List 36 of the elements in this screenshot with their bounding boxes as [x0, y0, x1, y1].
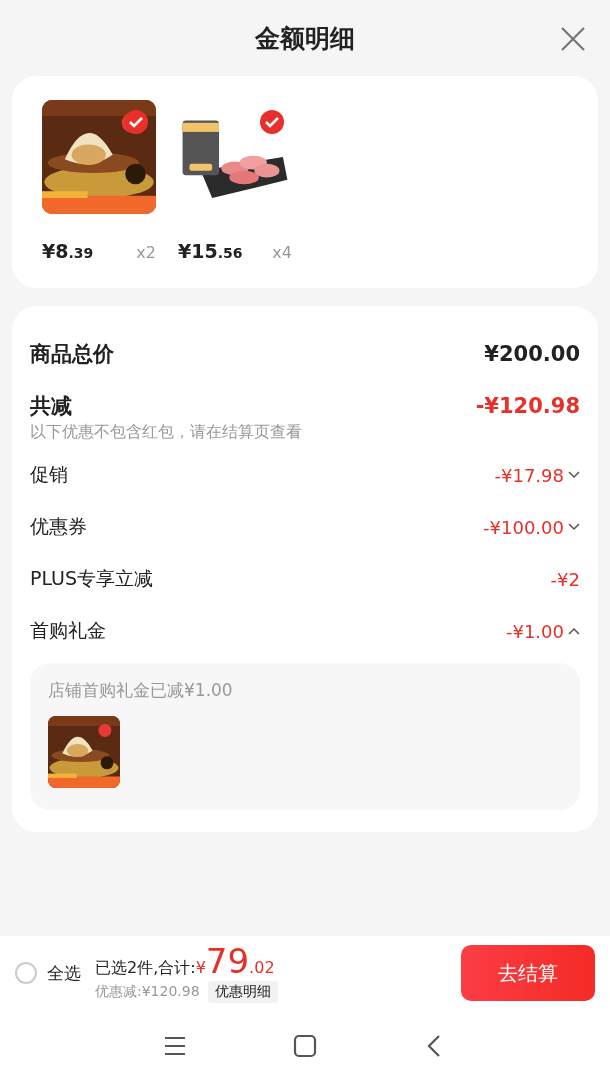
selected-summary: 已选2件,合计: — [95, 957, 196, 979]
check-icon[interactable] — [260, 110, 284, 134]
close-icon[interactable] — [560, 26, 586, 52]
detail-text: 店铺首购礼金已减¥1.00 — [48, 679, 234, 702]
discount-item-label: PLUS专享立减 — [30, 566, 154, 591]
chevron-icon[interactable] — [568, 523, 580, 531]
discount-item-label: 促销 — [30, 462, 68, 487]
chevron-icon[interactable] — [568, 471, 580, 479]
check-icon[interactable] — [124, 110, 148, 134]
discount-amount[interactable]: -¥1.00 — [505, 620, 564, 642]
currency-sign: ¥ — [195, 957, 206, 977]
checkout-button[interactable]: 去结算 — [461, 945, 595, 1001]
chevron-icon[interactable] — [568, 627, 580, 635]
select-all-label[interactable]: 全选 — [47, 961, 81, 985]
discount-amount[interactable]: -¥17.98 — [494, 464, 564, 486]
saved-amount: 优惠减:¥120.98 — [95, 982, 200, 1001]
total-label: 商品总价 — [30, 341, 114, 368]
select-all-radio[interactable] — [15, 962, 37, 984]
total-amount: 79 — [205, 943, 250, 978]
product-quantity: x2 — [136, 243, 156, 262]
discount-amount: -¥2 — [550, 568, 580, 590]
discount-value: -¥120.98 — [475, 394, 580, 418]
product-price: ¥8.39 — [42, 240, 94, 262]
product-price: ¥15.56 — [178, 240, 243, 262]
home-icon[interactable] — [293, 1034, 317, 1058]
discount-amount[interactable]: -¥100.00 — [483, 516, 564, 538]
total-decimal: .02 — [249, 957, 275, 977]
discount-item-label: 优惠券 — [30, 514, 87, 539]
menu-icon[interactable] — [163, 1034, 187, 1058]
total-value: ¥200.00 — [484, 342, 580, 366]
discount-note: 以下优惠不包含红包，请在结算页查看 — [30, 422, 303, 443]
sheet-title: 金额明细 — [255, 22, 355, 55]
discount-item-label: 首购礼金 — [30, 618, 106, 643]
discount-detail-button[interactable]: 优惠明细 — [207, 980, 278, 1003]
discount-label: 共减 — [30, 393, 72, 420]
product-quantity: x4 — [272, 243, 292, 262]
